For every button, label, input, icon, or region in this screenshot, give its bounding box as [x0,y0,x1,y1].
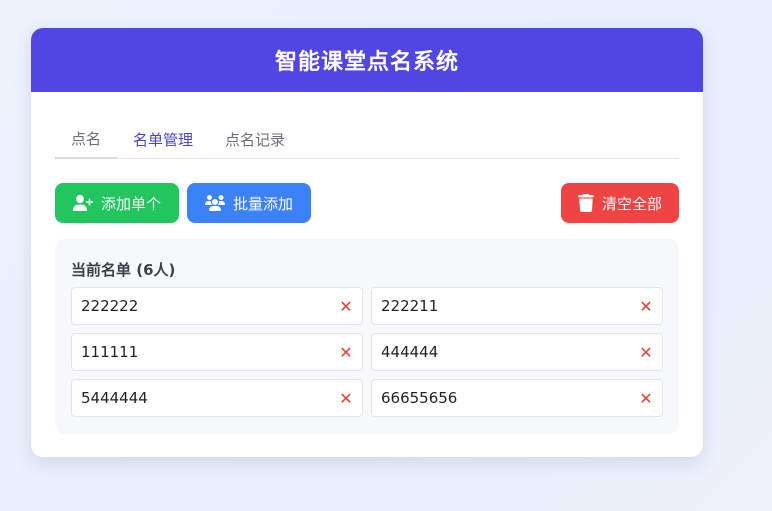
roster-item: 222211 ✕ [371,287,663,325]
roster-item-name: 222222 [81,297,139,315]
add-single-label: 添加单个 [100,194,161,213]
clear-all-label: 清空全部 [601,194,662,213]
close-icon[interactable]: ✕ [638,343,654,362]
close-icon[interactable]: ✕ [338,343,354,362]
app-header: 智能课堂点名系统 [31,28,703,92]
rollcall-card: 智能课堂点名系统 点名 名单管理 点名记录 添加单个 批量添加 清空全部 当前名… [31,28,703,457]
close-icon[interactable]: ✕ [338,297,354,316]
roster-item-name: 66655656 [381,389,458,407]
roster-item: 111111 ✕ [71,333,363,371]
tab-rollcall-records[interactable]: 点名记录 [209,119,301,159]
batch-add-button[interactable]: 批量添加 [187,183,311,223]
user-plus-icon [72,195,93,211]
action-bar: 添加单个 批量添加 清空全部 [55,183,679,223]
close-icon[interactable]: ✕ [338,389,354,408]
roster-item: 444444 ✕ [371,333,663,371]
tab-bar: 点名 名单管理 点名记录 [55,118,679,159]
roster-item-name: 444444 [381,343,439,361]
tab-rollcall[interactable]: 点名 [55,119,118,159]
roster-title: 当前名单 (6人) [71,261,176,279]
roster-item: 66655656 ✕ [371,379,663,417]
add-single-button[interactable]: 添加单个 [55,183,179,223]
roster-item-name: 222211 [381,297,439,315]
batch-add-label: 批量添加 [232,194,293,213]
clear-all-button[interactable]: 清空全部 [561,183,679,223]
roster-item: 222222 ✕ [71,287,363,325]
close-icon[interactable]: ✕ [638,297,654,316]
tab-roster-management[interactable]: 名单管理 [117,119,209,159]
app-title: 智能课堂点名系统 [274,50,459,75]
roster-grid: 222222 ✕ 222211 ✕ 111111 ✕ 444444 ✕ 5444… [71,287,663,417]
roster-item-name: 111111 [81,343,139,361]
roster-item-name: 5444444 [81,389,148,407]
roster-panel: 当前名单 (6人) 222222 ✕ 222211 ✕ 111111 ✕ 444… [55,239,679,434]
users-icon [204,195,225,211]
close-icon[interactable]: ✕ [638,389,654,408]
trash-icon [578,194,594,212]
roster-item: 5444444 ✕ [71,379,363,417]
